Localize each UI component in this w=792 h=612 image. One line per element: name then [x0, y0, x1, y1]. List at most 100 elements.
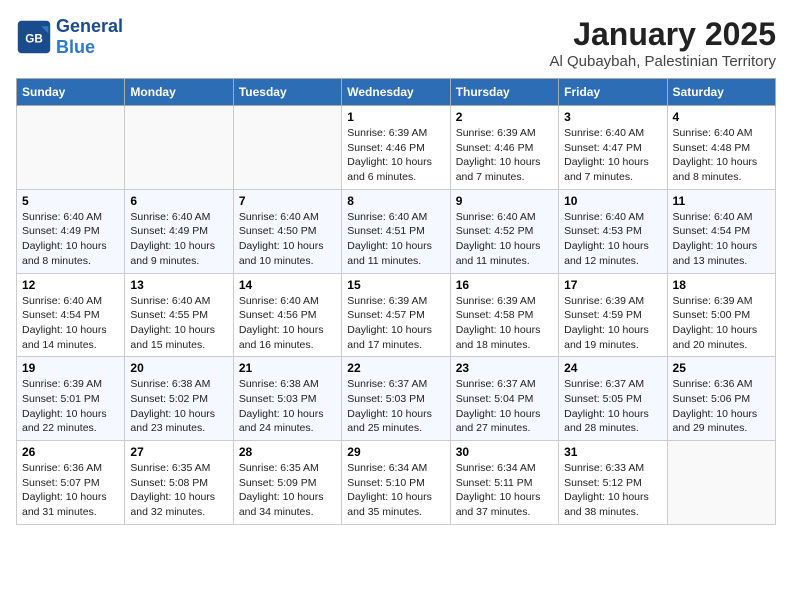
day-info: Sunrise: 6:40 AM Sunset: 4:47 PM Dayligh… — [564, 126, 661, 185]
calendar-cell: 29 Sunrise: 6:34 AM Sunset: 5:10 PM Dayli… — [342, 441, 450, 525]
day-info: Sunrise: 6:40 AM Sunset: 4:48 PM Dayligh… — [673, 126, 770, 185]
day-number: 18 — [673, 278, 770, 292]
logo-text: General Blue — [56, 16, 123, 58]
calendar-cell: 8 Sunrise: 6:40 AM Sunset: 4:51 PM Daylig… — [342, 189, 450, 273]
day-info: Sunrise: 6:37 AM Sunset: 5:04 PM Dayligh… — [456, 377, 553, 436]
day-info: Sunrise: 6:35 AM Sunset: 5:09 PM Dayligh… — [239, 461, 336, 520]
day-info: Sunrise: 6:40 AM Sunset: 4:54 PM Dayligh… — [673, 210, 770, 269]
day-info: Sunrise: 6:40 AM Sunset: 4:49 PM Dayligh… — [130, 210, 227, 269]
day-number: 14 — [239, 278, 336, 292]
weekday-header-tuesday: Tuesday — [233, 79, 341, 106]
day-info: Sunrise: 6:36 AM Sunset: 5:07 PM Dayligh… — [22, 461, 119, 520]
day-number: 29 — [347, 445, 444, 459]
day-number: 6 — [130, 194, 227, 208]
calendar-cell: 15 Sunrise: 6:39 AM Sunset: 4:57 PM Dayli… — [342, 273, 450, 357]
day-info: Sunrise: 6:34 AM Sunset: 5:10 PM Dayligh… — [347, 461, 444, 520]
weekday-header-saturday: Saturday — [667, 79, 775, 106]
calendar-cell: 23 Sunrise: 6:37 AM Sunset: 5:04 PM Dayli… — [450, 357, 558, 441]
day-info: Sunrise: 6:39 AM Sunset: 5:01 PM Dayligh… — [22, 377, 119, 436]
day-number: 8 — [347, 194, 444, 208]
calendar-cell: 9Sunrise: 6:40 AM Sunset: 4:52 PM Daylig… — [450, 189, 558, 273]
day-info: Sunrise: 6:37 AM Sunset: 5:03 PM Dayligh… — [347, 377, 444, 436]
calendar-cell: 31 Sunrise: 6:33 AM Sunset: 5:12 PM Dayli… — [559, 441, 667, 525]
day-info: Sunrise: 6:39 AM Sunset: 5:00 PM Dayligh… — [673, 294, 770, 353]
calendar-cell: 27 Sunrise: 6:35 AM Sunset: 5:08 PM Dayli… — [125, 441, 233, 525]
calendar-week-row: 1 Sunrise: 6:39 AM Sunset: 4:46 PM Daylig… — [17, 106, 776, 190]
calendar-cell — [17, 106, 125, 190]
calendar-cell: 20 Sunrise: 6:38 AM Sunset: 5:02 PM Dayli… — [125, 357, 233, 441]
day-info: Sunrise: 6:40 AM Sunset: 4:56 PM Dayligh… — [239, 294, 336, 353]
day-number: 15 — [347, 278, 444, 292]
day-number: 31 — [564, 445, 661, 459]
day-number: 13 — [130, 278, 227, 292]
day-info: Sunrise: 6:39 AM Sunset: 4:46 PM Dayligh… — [456, 126, 553, 185]
day-info: Sunrise: 6:39 AM Sunset: 4:59 PM Dayligh… — [564, 294, 661, 353]
day-info: Sunrise: 6:35 AM Sunset: 5:08 PM Dayligh… — [130, 461, 227, 520]
calendar-week-row: 26 Sunrise: 6:36 AM Sunset: 5:07 PM Dayli… — [17, 441, 776, 525]
calendar-cell: 3 Sunrise: 6:40 AM Sunset: 4:47 PM Daylig… — [559, 106, 667, 190]
calendar-table: SundayMondayTuesdayWednesdayThursdayFrid… — [16, 78, 776, 525]
day-number: 4 — [673, 110, 770, 124]
day-number: 23 — [456, 361, 553, 375]
day-info: Sunrise: 6:38 AM Sunset: 5:02 PM Dayligh… — [130, 377, 227, 436]
weekday-header-monday: Monday — [125, 79, 233, 106]
day-info: Sunrise: 6:40 AM Sunset: 4:55 PM Dayligh… — [130, 294, 227, 353]
weekday-header-friday: Friday — [559, 79, 667, 106]
calendar-cell: 10 Sunrise: 6:40 AM Sunset: 4:53 PM Dayli… — [559, 189, 667, 273]
svg-text:GB: GB — [25, 32, 43, 45]
day-info: Sunrise: 6:39 AM Sunset: 4:46 PM Dayligh… — [347, 126, 444, 185]
weekday-header-row: SundayMondayTuesdayWednesdayThursdayFrid… — [17, 79, 776, 106]
calendar-week-row: 19 Sunrise: 6:39 AM Sunset: 5:01 PM Dayli… — [17, 357, 776, 441]
day-info: Sunrise: 6:36 AM Sunset: 5:06 PM Dayligh… — [673, 377, 770, 436]
day-info: Sunrise: 6:34 AM Sunset: 5:11 PM Dayligh… — [456, 461, 553, 520]
calendar-week-row: 5 Sunrise: 6:40 AM Sunset: 4:49 PM Daylig… — [17, 189, 776, 273]
day-number: 12 — [22, 278, 119, 292]
calendar-cell: 1 Sunrise: 6:39 AM Sunset: 4:46 PM Daylig… — [342, 106, 450, 190]
calendar-cell: 22 Sunrise: 6:37 AM Sunset: 5:03 PM Dayli… — [342, 357, 450, 441]
calendar-cell: 24Sunrise: 6:37 AM Sunset: 5:05 PM Dayli… — [559, 357, 667, 441]
calendar-cell: 19 Sunrise: 6:39 AM Sunset: 5:01 PM Dayli… — [17, 357, 125, 441]
day-number: 7 — [239, 194, 336, 208]
day-number: 17 — [564, 278, 661, 292]
calendar-cell: 16Sunrise: 6:39 AM Sunset: 4:58 PM Dayli… — [450, 273, 558, 357]
weekday-header-sunday: Sunday — [17, 79, 125, 106]
day-number: 27 — [130, 445, 227, 459]
day-info: Sunrise: 6:39 AM Sunset: 4:57 PM Dayligh… — [347, 294, 444, 353]
calendar-cell: 21Sunrise: 6:38 AM Sunset: 5:03 PM Dayli… — [233, 357, 341, 441]
day-info: Sunrise: 6:40 AM Sunset: 4:53 PM Dayligh… — [564, 210, 661, 269]
day-info: Sunrise: 6:33 AM Sunset: 5:12 PM Dayligh… — [564, 461, 661, 520]
day-number: 19 — [22, 361, 119, 375]
calendar-cell: 2 Sunrise: 6:39 AM Sunset: 4:46 PM Daylig… — [450, 106, 558, 190]
day-number: 21 — [239, 361, 336, 375]
logo-blue: Blue — [56, 37, 95, 57]
day-number: 16 — [456, 278, 553, 292]
day-info: Sunrise: 6:40 AM Sunset: 4:50 PM Dayligh… — [239, 210, 336, 269]
calendar-cell: 4 Sunrise: 6:40 AM Sunset: 4:48 PM Daylig… — [667, 106, 775, 190]
day-info: Sunrise: 6:37 AM Sunset: 5:05 PM Dayligh… — [564, 377, 661, 436]
logo-icon: GB — [16, 19, 52, 55]
day-number: 10 — [564, 194, 661, 208]
calendar-cell: 11Sunrise: 6:40 AM Sunset: 4:54 PM Dayli… — [667, 189, 775, 273]
calendar-cell: 28Sunrise: 6:35 AM Sunset: 5:09 PM Dayli… — [233, 441, 341, 525]
day-info: Sunrise: 6:40 AM Sunset: 4:51 PM Dayligh… — [347, 210, 444, 269]
day-number: 5 — [22, 194, 119, 208]
day-number: 25 — [673, 361, 770, 375]
day-number: 26 — [22, 445, 119, 459]
calendar-subtitle: Al Qubaybah, Palestinian Territory — [549, 53, 776, 70]
calendar-cell: 18 Sunrise: 6:39 AM Sunset: 5:00 PM Dayli… — [667, 273, 775, 357]
logo-general: General — [56, 16, 123, 36]
logo: GB General Blue — [16, 16, 123, 58]
day-number: 20 — [130, 361, 227, 375]
calendar-cell: 14 Sunrise: 6:40 AM Sunset: 4:56 PM Dayli… — [233, 273, 341, 357]
day-number: 22 — [347, 361, 444, 375]
weekday-header-thursday: Thursday — [450, 79, 558, 106]
page-header: GB General Blue January 2025 Al Qubaybah… — [16, 16, 776, 70]
day-number: 2 — [456, 110, 553, 124]
title-block: January 2025 Al Qubaybah, Palestinian Te… — [549, 16, 776, 70]
day-number: 1 — [347, 110, 444, 124]
weekday-header-wednesday: Wednesday — [342, 79, 450, 106]
calendar-cell — [667, 441, 775, 525]
calendar-cell: 13 Sunrise: 6:40 AM Sunset: 4:55 PM Dayli… — [125, 273, 233, 357]
day-number: 3 — [564, 110, 661, 124]
calendar-cell: 6 Sunrise: 6:40 AM Sunset: 4:49 PM Daylig… — [125, 189, 233, 273]
